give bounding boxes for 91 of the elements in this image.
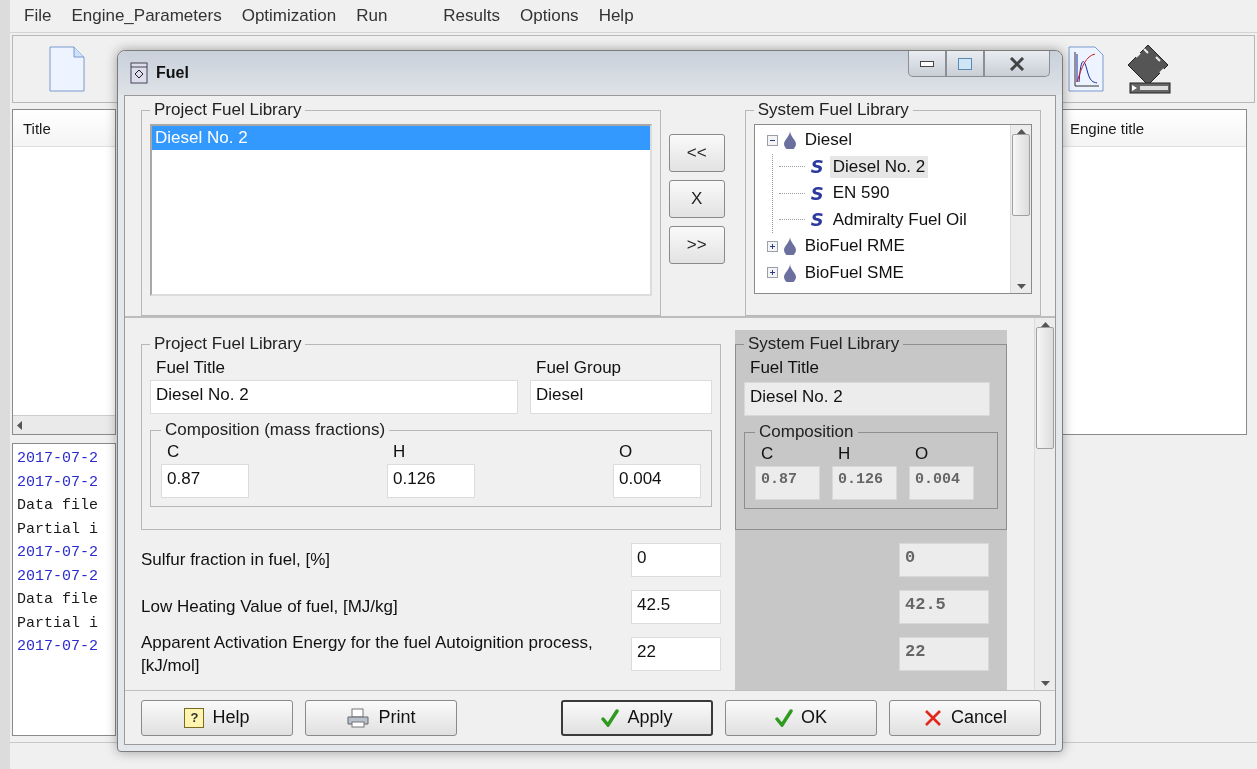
log-line: 2017-07-2	[17, 637, 99, 657]
expand-icon[interactable]	[766, 240, 778, 252]
apply-button[interactable]: Apply	[561, 699, 713, 736]
scrollbar-thumb[interactable]	[1012, 134, 1030, 216]
down-arrow-icon	[1040, 681, 1050, 686]
menu-item[interactable]: File	[14, 6, 62, 26]
group-title: System Fuel Library	[747, 334, 901, 354]
input-field[interactable]: 0	[631, 542, 721, 577]
field-label: Fuel Group	[535, 358, 623, 379]
scrollbar[interactable]	[13, 415, 115, 434]
chart-document-icon[interactable]	[1068, 46, 1104, 92]
input-field[interactable]: Diesel No. 2	[150, 380, 518, 414]
field-label: O	[914, 444, 930, 465]
parameter-label: Low Heating Value of fuel, [MJ/kg]	[141, 596, 399, 618]
input-field[interactable]: 0.004	[613, 464, 701, 498]
field-label: C	[760, 444, 775, 465]
fuel-type-glyph: S	[810, 182, 824, 204]
menu-item[interactable]: Results	[433, 6, 511, 26]
droplet-icon	[783, 237, 796, 256]
tree-item[interactable]: Diesel	[801, 129, 855, 152]
checkmark-icon	[775, 708, 793, 727]
close-icon	[1009, 56, 1025, 71]
transfer-button[interactable]: <<	[668, 134, 725, 172]
menu-item[interactable]: Options	[510, 6, 589, 26]
up-arrow-icon	[1040, 322, 1050, 327]
field-label: H	[392, 442, 407, 463]
log-line: 2017-07-2	[17, 543, 99, 563]
input-field[interactable]: 42.5	[631, 589, 721, 624]
collapse-icon[interactable]	[766, 134, 778, 146]
field-label: O	[618, 442, 634, 463]
fuel-type-glyph: S	[810, 209, 824, 231]
field-label: Fuel Title	[749, 358, 820, 379]
log-line: Partial i	[17, 613, 99, 634]
input-field[interactable]: 0.87	[161, 464, 249, 498]
input-field[interactable]: 0.126	[387, 464, 475, 498]
log-line: 2017-07-2	[17, 472, 99, 493]
group-title: Composition (mass fractions)	[164, 420, 387, 440]
help-button[interactable]: ? Help	[141, 699, 293, 736]
transfer-button[interactable]: X	[668, 180, 725, 218]
input-field[interactable]: 22	[631, 636, 721, 671]
close-button[interactable]	[984, 51, 1050, 77]
field-label: Fuel Title	[155, 358, 226, 379]
transfer-button[interactable]: >>	[668, 226, 725, 264]
log-line: Data file	[17, 496, 99, 516]
tree-item[interactable]: Diesel No. 2	[829, 155, 929, 178]
group-title: Composition	[758, 422, 855, 442]
maximize-icon	[958, 57, 972, 70]
input-field[interactable]: 42.5	[899, 589, 989, 624]
log-line: Partial i	[17, 519, 99, 540]
parameter-label: Sulfur fraction in fuel, [%]	[141, 549, 331, 571]
menu-item[interactable]: Engine_Parameters	[61, 6, 232, 26]
group-title: Project Fuel Library	[153, 334, 303, 354]
scrollbar[interactable]	[1034, 318, 1055, 690]
input-field[interactable]: Diesel	[530, 380, 712, 414]
field-label: C	[166, 442, 181, 463]
menu-item[interactable]: Optimization	[231, 6, 347, 26]
down-arrow-icon	[1016, 284, 1026, 289]
group-title: Project Fuel Library	[153, 100, 303, 120]
scrollbar-thumb[interactable]	[1036, 327, 1054, 449]
minimize-button[interactable]	[908, 51, 946, 77]
expand-icon[interactable]	[766, 267, 778, 279]
group-title: System Fuel Library	[756, 100, 910, 120]
tree-item[interactable]: BioFuel SME	[801, 261, 907, 284]
ok-button[interactable]: OK	[725, 699, 877, 736]
scrollbar[interactable]	[1010, 125, 1031, 293]
tree-item[interactable]: Admiralty Fuel Oil	[829, 208, 970, 231]
print-button[interactable]: Print	[305, 699, 457, 736]
input-field[interactable]: 0	[899, 542, 989, 577]
tree-item[interactable]: EN 590	[829, 182, 893, 205]
checkmark-icon	[601, 708, 620, 727]
field-label: H	[837, 444, 852, 465]
droplet-icon	[783, 263, 796, 282]
parameter-label: Apparent Activation Energy for the fuel Autoignition process, [kJ/mol]	[141, 631, 594, 677]
log-line: 2017-07-2	[17, 566, 99, 587]
cancel-button[interactable]: Cancel	[889, 699, 1041, 736]
droplet-icon	[783, 131, 796, 150]
left-arrow-icon	[17, 420, 22, 430]
minimize-icon	[920, 60, 934, 67]
input-field[interactable]: 22	[899, 636, 989, 671]
fuel-type-glyph: S	[810, 156, 824, 178]
log-line: 2017-07-2	[17, 449, 99, 469]
help-icon: ?	[184, 707, 205, 728]
up-arrow-icon	[1016, 129, 1026, 134]
log-line: Data file	[17, 590, 99, 610]
menu-item[interactable]: Run	[346, 6, 398, 26]
piston-icon	[130, 62, 148, 84]
window-title: Fuel	[156, 64, 189, 82]
close-icon	[923, 707, 943, 728]
tree-item[interactable]: BioFuel RME	[801, 235, 908, 258]
printer-icon	[346, 707, 371, 728]
menu-item[interactable]: Help	[588, 6, 644, 26]
